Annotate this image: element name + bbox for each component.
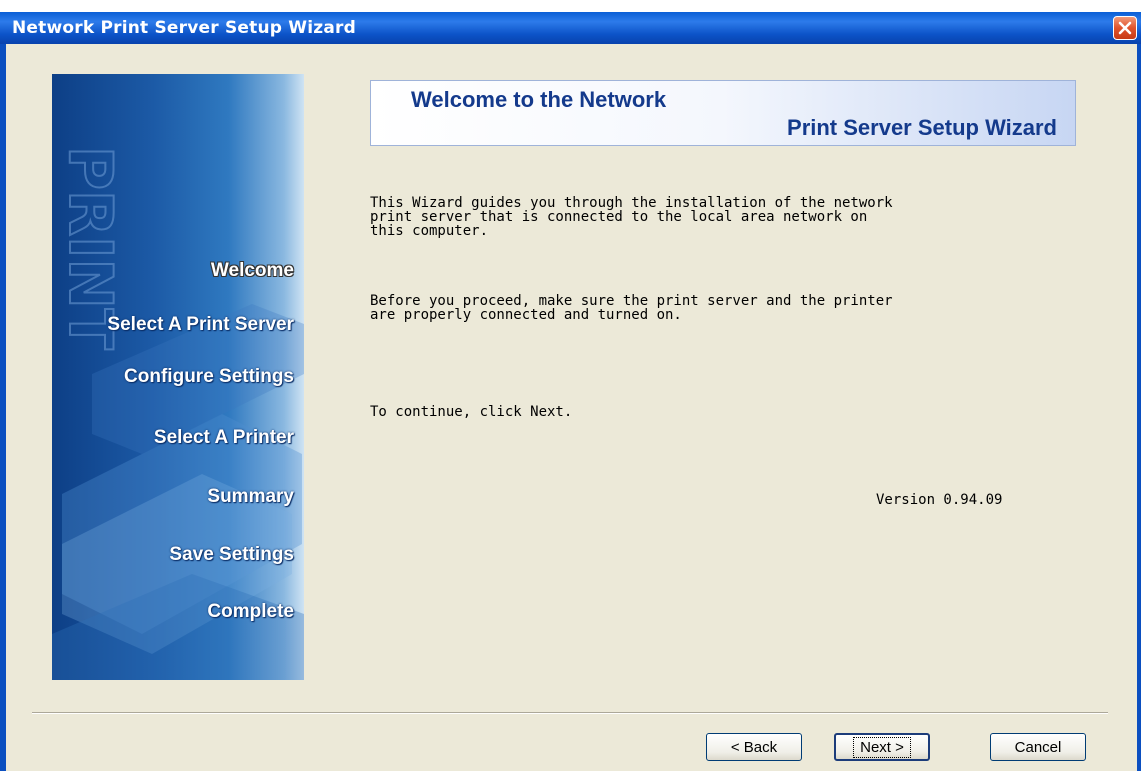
cancel-button[interactable]: Cancel	[990, 733, 1086, 761]
step-configure-settings: Configure Settings	[124, 366, 294, 387]
step-welcome: Welcome	[210, 260, 294, 281]
step-save-settings: Save Settings	[169, 544, 294, 565]
back-button-label: < Back	[730, 738, 778, 756]
next-button[interactable]: Next >	[834, 733, 930, 761]
banner-line-2: Print Server Setup Wizard	[787, 115, 1057, 140]
back-button[interactable]: < Back	[706, 733, 802, 761]
close-button[interactable]	[1113, 16, 1137, 40]
window-border-left	[0, 44, 6, 771]
window-border-right	[1137, 44, 1141, 771]
footer-separator	[32, 712, 1108, 714]
version-label: Version 0.94.09	[876, 492, 1003, 508]
precheck-paragraph: Before you proceed, make sure the print …	[370, 293, 893, 323]
welcome-banner: Welcome to the Network Print Server Setu…	[370, 80, 1076, 146]
wizard-steps-panel: PRINT Welcome Select A Print Server Conf…	[52, 74, 304, 680]
continue-instruction: To continue, click Next.	[370, 404, 573, 420]
step-select-print-server: Select A Print Server	[107, 314, 294, 335]
cropped-caption	[0, 0, 1141, 12]
wizard-window: Network Print Server Setup Wizard PRINT …	[0, 0, 1141, 771]
step-complete: Complete	[207, 601, 294, 622]
title-bar[interactable]: Network Print Server Setup Wizard	[0, 12, 1141, 44]
cancel-button-label: Cancel	[1014, 738, 1062, 756]
step-summary: Summary	[207, 486, 294, 507]
step-select-printer: Select A Printer	[153, 427, 294, 448]
close-icon	[1118, 21, 1132, 35]
next-button-label: Next >	[853, 736, 911, 758]
intro-paragraph: This Wizard guides you through the insta…	[370, 195, 893, 239]
banner-line-1: Welcome to the Network	[411, 87, 667, 112]
window-title: Network Print Server Setup Wizard	[12, 18, 356, 38]
